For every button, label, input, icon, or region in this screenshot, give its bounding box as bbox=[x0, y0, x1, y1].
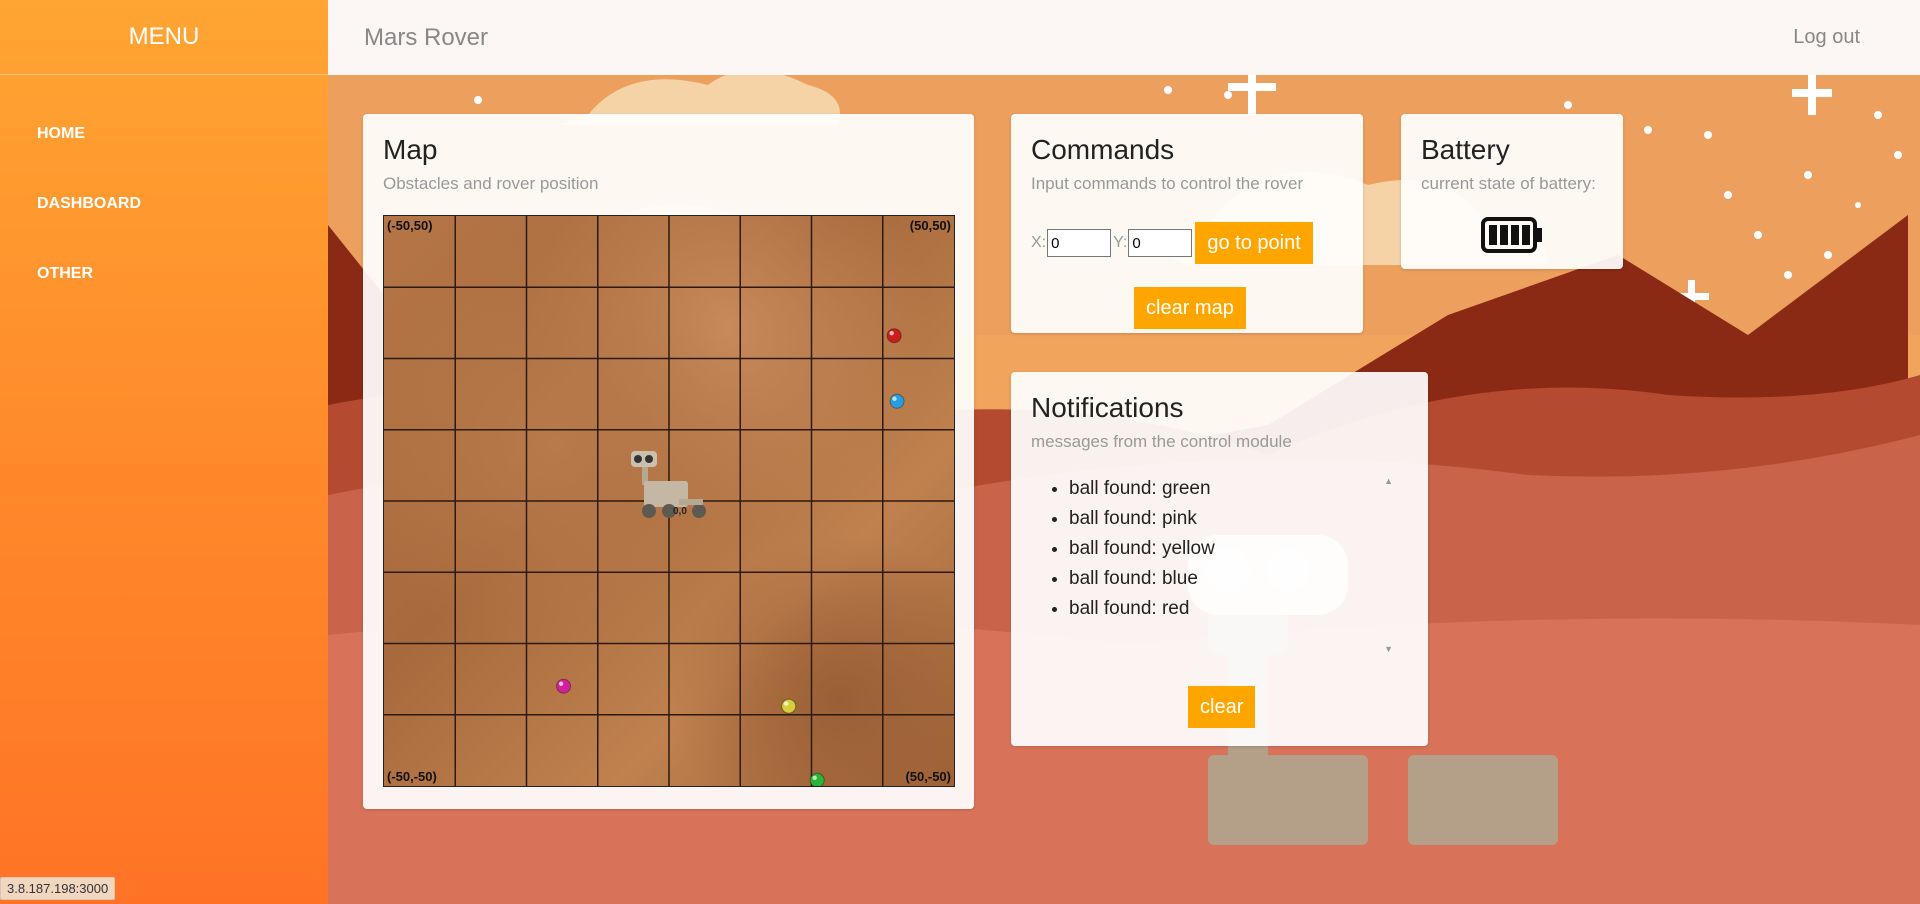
battery-cell bbox=[1511, 225, 1519, 245]
sidebar-item-home[interactable]: HOME bbox=[0, 105, 328, 175]
corner-label-bottom-right: (50,-50) bbox=[905, 769, 951, 784]
battery-subtitle: current state of battery: bbox=[1421, 174, 1596, 193]
ball-highlight bbox=[889, 331, 894, 336]
y-label: Y: bbox=[1113, 234, 1128, 251]
list-item: ball found: pink bbox=[1069, 504, 1395, 534]
corner-label-top-right: (50,50) bbox=[909, 218, 951, 233]
sidebar-item-other[interactable]: OTHER bbox=[0, 245, 328, 315]
commands-card: Commands Input commands to control the r… bbox=[1011, 114, 1363, 333]
page-title: Mars Rover bbox=[364, 24, 489, 51]
ball-marker-blue bbox=[889, 393, 905, 409]
menu-title: MENU bbox=[0, 0, 328, 75]
ball-highlight bbox=[558, 681, 564, 686]
notifications-card: Notifications messages from the control … bbox=[1011, 372, 1428, 746]
map-card: Map Obstacles and rover position 0,0 (-5… bbox=[363, 114, 974, 809]
list-item: ball found: blue bbox=[1069, 564, 1395, 594]
notifications-list-container[interactable]: ball found: green ball found: pink ball … bbox=[1031, 474, 1395, 656]
ball-marker-red bbox=[886, 328, 902, 344]
clear-notifications-button[interactable]: clear bbox=[1188, 686, 1256, 728]
ball-marker-pink bbox=[556, 678, 572, 694]
notifications-title: Notifications bbox=[1031, 392, 1184, 423]
sidebar-nav: HOME DASHBOARD OTHER bbox=[0, 105, 328, 315]
notifications-list: ball found: green ball found: pink ball … bbox=[1031, 474, 1395, 624]
commands-subtitle: Input commands to control the rover bbox=[1031, 174, 1304, 193]
list-item: ball found: red bbox=[1069, 594, 1395, 624]
corner-label-bottom-left: (-50,-50) bbox=[387, 769, 437, 784]
sidebar-item-dashboard[interactable]: DASHBOARD bbox=[0, 175, 328, 245]
sidebar: MENU HOME DASHBOARD OTHER bbox=[0, 0, 328, 904]
battery-cell bbox=[1500, 225, 1508, 245]
ball-marker-yellow bbox=[781, 698, 797, 714]
ball-highlight bbox=[784, 701, 789, 706]
scroll-up-arrow-icon[interactable]: ▲ bbox=[1384, 476, 1393, 486]
battery-cell bbox=[1522, 225, 1530, 245]
battery-cell bbox=[1489, 225, 1497, 245]
coordinate-row: X: Y: go to point bbox=[1031, 222, 1313, 264]
top-bar: Mars Rover Log out bbox=[328, 0, 1920, 75]
notifications-subtitle: messages from the control module bbox=[1031, 432, 1292, 451]
map-title: Map bbox=[383, 134, 438, 165]
clear-map-button[interactable]: clear map bbox=[1134, 287, 1246, 329]
y-input[interactable] bbox=[1128, 229, 1193, 257]
battery-title: Battery bbox=[1421, 134, 1510, 165]
corner-label-top-left: (-50,50) bbox=[387, 218, 433, 233]
status-url: 3.8.187.198:3000 bbox=[0, 877, 116, 900]
commands-title: Commands bbox=[1031, 134, 1175, 165]
notifications-scrollbar[interactable]: ▲ ▼ bbox=[1381, 474, 1395, 656]
scroll-down-arrow-icon[interactable]: ▼ bbox=[1384, 644, 1393, 654]
ball-marker-green bbox=[809, 772, 825, 786]
x-label: X: bbox=[1031, 234, 1047, 251]
battery-full-icon bbox=[1481, 217, 1543, 258]
rover-map[interactable]: 0,0 (-50,50) (50,50) (-50,-50) (50,-50) bbox=[383, 215, 955, 787]
rover-position-label: 0,0 bbox=[673, 506, 687, 517]
go-to-point-button[interactable]: go to point bbox=[1195, 222, 1313, 264]
list-item: ball found: yellow bbox=[1069, 534, 1395, 564]
map-subtitle: Obstacles and rover position bbox=[383, 174, 599, 193]
ball-highlight bbox=[812, 775, 817, 780]
x-input[interactable] bbox=[1047, 229, 1112, 257]
ball-highlight bbox=[892, 396, 897, 401]
list-item: ball found: green bbox=[1069, 474, 1395, 504]
battery-card: Battery current state of battery: bbox=[1401, 114, 1623, 269]
map-grid: 0,0 bbox=[384, 216, 954, 786]
logout-link[interactable]: Log out bbox=[1793, 26, 1860, 49]
